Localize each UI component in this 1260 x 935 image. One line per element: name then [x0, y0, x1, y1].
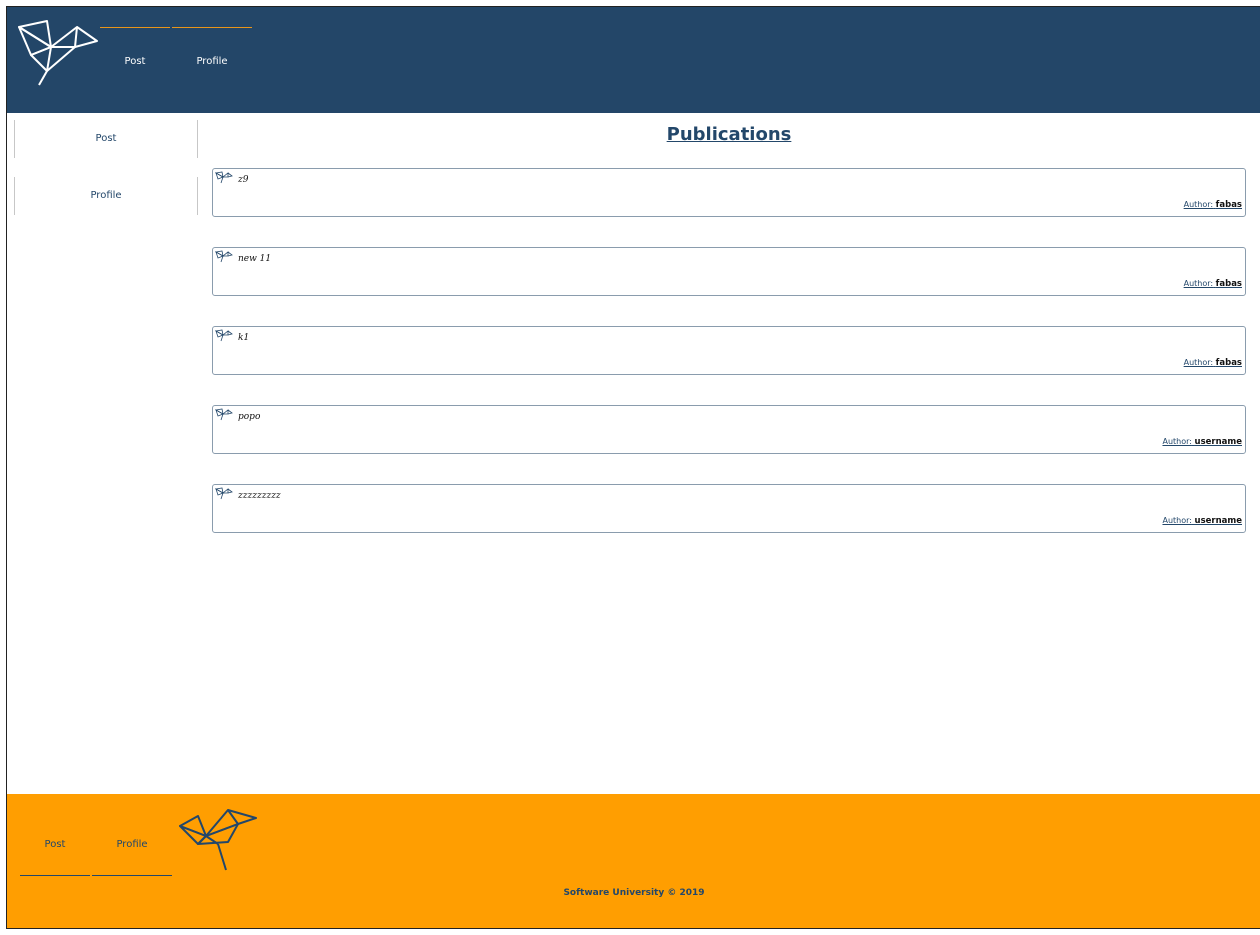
- sidebar-item-post[interactable]: Post: [14, 120, 198, 158]
- post-author-label: Author:: [1162, 437, 1192, 446]
- footer-nav-post[interactable]: Post: [20, 816, 90, 876]
- post-author-label: Author:: [1162, 516, 1192, 525]
- page-title: Publications: [666, 124, 792, 145]
- post-author[interactable]: Author: fabas: [1184, 279, 1242, 289]
- origami-bird-logo-icon[interactable]: [17, 19, 101, 87]
- post-card[interactable]: new 11 Author: fabas: [212, 247, 1246, 296]
- header-nav-post[interactable]: Post: [100, 27, 170, 69]
- post-author-label: Author:: [1183, 358, 1214, 367]
- footer-nav-profile[interactable]: Profile: [92, 816, 172, 876]
- post-author-name[interactable]: username: [1195, 516, 1242, 526]
- sidebar: Post Profile: [14, 120, 198, 234]
- site-header: Post Profile: [7, 7, 1260, 113]
- post-author-name[interactable]: fabas: [1216, 200, 1242, 210]
- post-title[interactable]: new 11: [238, 254, 271, 264]
- post-author[interactable]: Author: username: [1162, 437, 1242, 447]
- post-card[interactable]: k1 Author: fabas: [212, 326, 1246, 375]
- post-title[interactable]: z9: [238, 175, 248, 185]
- origami-bird-logo-icon[interactable]: [178, 806, 258, 872]
- post-author-label: Author:: [1183, 200, 1214, 209]
- post-card[interactable]: zzzzzzzzz Author: username: [212, 484, 1246, 533]
- sidebar-item-profile[interactable]: Profile: [14, 177, 198, 215]
- post-author[interactable]: Author: fabas: [1184, 358, 1242, 368]
- post-title[interactable]: zzzzzzzzz: [238, 491, 281, 501]
- footer-copyright: Software University © 2019: [563, 888, 705, 898]
- origami-bird-icon: [215, 487, 233, 500]
- header-nav: Post Profile: [100, 27, 254, 69]
- post-author-name[interactable]: fabas: [1216, 358, 1242, 368]
- origami-bird-icon: [215, 171, 233, 184]
- footer-nav: Post Profile: [20, 816, 174, 876]
- header-nav-profile[interactable]: Profile: [172, 27, 252, 69]
- post-author[interactable]: Author: fabas: [1184, 200, 1242, 210]
- post-author-name[interactable]: username: [1195, 437, 1242, 447]
- main-content: Publications z9 Author: fabas new 11 Aut…: [212, 120, 1246, 563]
- origami-bird-icon: [215, 408, 233, 421]
- post-title[interactable]: k1: [238, 333, 249, 343]
- origami-bird-icon: [215, 250, 233, 263]
- post-card[interactable]: popo Author: username: [212, 405, 1246, 454]
- post-author-label: Author:: [1183, 279, 1214, 288]
- post-author-name[interactable]: fabas: [1216, 279, 1242, 289]
- origami-bird-icon: [215, 329, 233, 342]
- site-footer: Post Profile Software University © 2019: [7, 794, 1260, 928]
- post-card[interactable]: z9 Author: fabas: [212, 168, 1246, 217]
- post-author[interactable]: Author: username: [1162, 516, 1242, 526]
- post-title[interactable]: popo: [238, 412, 260, 422]
- app-frame: Post Profile Post Profile Publications z…: [6, 6, 1260, 929]
